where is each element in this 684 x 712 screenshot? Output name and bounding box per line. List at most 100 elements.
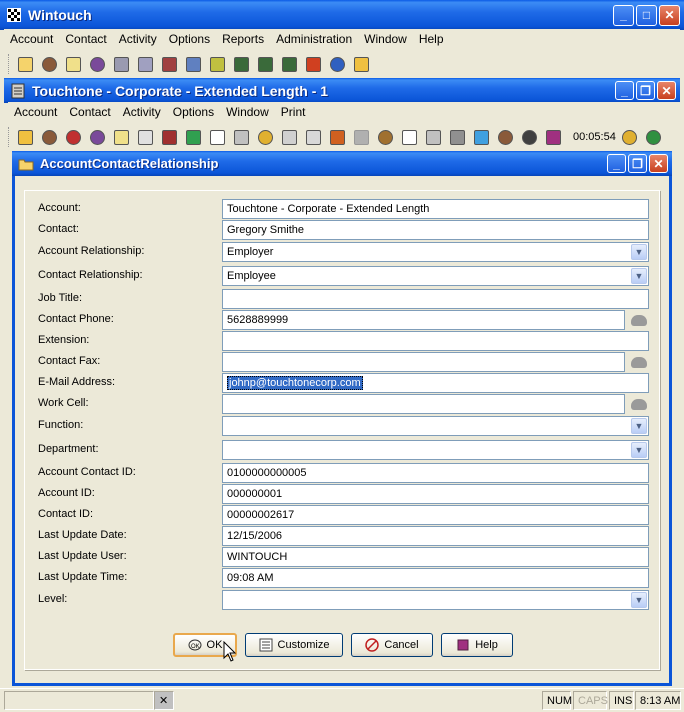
- report-icon[interactable]: [279, 127, 299, 147]
- child-menu-window[interactable]: Window: [220, 105, 275, 119]
- dial-cell-icon[interactable]: [629, 395, 649, 413]
- mouse-cursor-icon: [223, 640, 237, 666]
- pause-icon[interactable]: [620, 127, 640, 147]
- document-icon[interactable]: [399, 127, 419, 147]
- last-update-time-field[interactable]: 09:08 AM: [222, 568, 649, 588]
- run-icon[interactable]: [519, 127, 539, 147]
- chevron-down-icon[interactable]: ▼: [631, 418, 647, 434]
- close-button[interactable]: ✕: [659, 4, 680, 26]
- help-button[interactable]: Help: [441, 633, 513, 657]
- dialog-restore-button[interactable]: ❐: [628, 154, 647, 173]
- write-icon[interactable]: [207, 127, 227, 147]
- account-contact-id-field[interactable]: 0100000000005: [222, 463, 649, 483]
- job-title-field[interactable]: [222, 289, 649, 309]
- ledger-icon[interactable]: [159, 54, 179, 74]
- help-book-icon: [456, 638, 470, 652]
- minimize-button[interactable]: _: [613, 4, 634, 26]
- menu-reports[interactable]: Reports: [216, 32, 270, 46]
- edit-icon[interactable]: [111, 127, 131, 147]
- account-id-field[interactable]: 000000001: [222, 484, 649, 504]
- phone-list-icon[interactable]: [183, 127, 203, 147]
- people-icon[interactable]: [87, 54, 107, 74]
- open-folder-icon[interactable]: [15, 127, 35, 147]
- menu-options[interactable]: Options: [163, 32, 216, 46]
- tools-icon[interactable]: [375, 127, 395, 147]
- contact-icon[interactable]: [39, 127, 59, 147]
- last-update-user-field[interactable]: WINTOUCH: [222, 547, 649, 567]
- terminal-icon[interactable]: [279, 54, 299, 74]
- checklist-icon[interactable]: [183, 54, 203, 74]
- card-icon[interactable]: [231, 127, 251, 147]
- contact-phone-field[interactable]: 5628889999: [222, 310, 625, 330]
- contact-fax-field[interactable]: [222, 352, 625, 372]
- chevron-down-icon[interactable]: ▼: [631, 592, 647, 608]
- menu-help[interactable]: Help: [413, 32, 450, 46]
- folder-star-icon[interactable]: [351, 54, 371, 74]
- network-icon[interactable]: [255, 54, 275, 74]
- child-toolbar: 00:05:54: [8, 123, 676, 151]
- fax-icon[interactable]: [447, 127, 467, 147]
- level-select[interactable]: ▼: [222, 590, 649, 610]
- grid-icon[interactable]: [111, 54, 131, 74]
- find-icon[interactable]: [15, 54, 35, 74]
- notes-icon[interactable]: [207, 54, 227, 74]
- status-stop-icon[interactable]: ✕: [154, 691, 174, 710]
- menu-account[interactable]: Account: [4, 32, 59, 46]
- message-icon[interactable]: [135, 127, 155, 147]
- dial-fax-icon[interactable]: [629, 353, 649, 371]
- child-menu-print[interactable]: Print: [275, 105, 312, 119]
- book-icon[interactable]: [543, 127, 563, 147]
- chevron-down-icon[interactable]: ▼: [631, 268, 647, 284]
- cancel-button[interactable]: Cancel: [351, 633, 433, 657]
- lookup-icon[interactable]: [63, 54, 83, 74]
- function-select[interactable]: ▼: [222, 416, 649, 436]
- customize-button[interactable]: Customize: [245, 633, 343, 657]
- account-relationship-select[interactable]: Employer ▼: [222, 242, 649, 262]
- child-menu-activity[interactable]: Activity: [117, 105, 167, 119]
- contact-relationship-select[interactable]: Employee ▼: [222, 266, 649, 286]
- chevron-down-icon[interactable]: ▼: [631, 244, 647, 260]
- dialog-close-button[interactable]: ✕: [649, 154, 668, 173]
- calendar-icon[interactable]: [135, 54, 155, 74]
- people-icon[interactable]: [87, 127, 107, 147]
- tiles-icon[interactable]: [303, 54, 323, 74]
- contact-id-field[interactable]: 00000002617: [222, 505, 649, 525]
- log-icon[interactable]: [303, 127, 323, 147]
- child-menu-options[interactable]: Options: [167, 105, 220, 119]
- contact-fax-label: Contact Fax:: [38, 355, 101, 367]
- schedule-icon[interactable]: [159, 127, 179, 147]
- refresh-icon[interactable]: [471, 127, 491, 147]
- dial-phone-icon[interactable]: [629, 311, 649, 329]
- child-menu-contact[interactable]: Contact: [63, 105, 116, 119]
- person-red-icon[interactable]: [63, 127, 83, 147]
- email-label: E-Mail Address:: [38, 376, 116, 388]
- dollar-icon[interactable]: [255, 127, 275, 147]
- contact-field[interactable]: Gregory Smithe: [222, 220, 649, 240]
- department-select[interactable]: ▼: [222, 440, 649, 460]
- email-field[interactable]: johnp@touchtonecorp.com: [222, 373, 649, 393]
- child-restore-button[interactable]: ❐: [636, 81, 655, 100]
- contact-icon[interactable]: [39, 54, 59, 74]
- status-clock: 8:13 AM: [635, 691, 681, 710]
- print-icon[interactable]: [423, 127, 443, 147]
- settings-icon[interactable]: [644, 127, 664, 147]
- child-menu-account[interactable]: Account: [8, 105, 63, 119]
- extension-field[interactable]: [222, 331, 649, 351]
- account-relationship-value: Employer: [227, 246, 274, 258]
- child-close-button[interactable]: ✕: [657, 81, 676, 100]
- child-minimize-button[interactable]: _: [615, 81, 634, 100]
- menu-window[interactable]: Window: [358, 32, 413, 46]
- account-field[interactable]: Touchtone - Corporate - Extended Length: [222, 199, 649, 219]
- history-icon[interactable]: [327, 127, 347, 147]
- last-update-date-field[interactable]: 12/15/2006: [222, 526, 649, 546]
- dialog-minimize-button[interactable]: _: [607, 154, 626, 173]
- menu-contact[interactable]: Contact: [59, 32, 112, 46]
- maximize-button[interactable]: □: [636, 4, 657, 26]
- work-cell-field[interactable]: [222, 394, 625, 414]
- computer-icon[interactable]: [231, 54, 251, 74]
- menu-administration[interactable]: Administration: [270, 32, 358, 46]
- globe-icon[interactable]: [327, 54, 347, 74]
- menu-activity[interactable]: Activity: [113, 32, 163, 46]
- chevron-down-icon[interactable]: ▼: [631, 442, 647, 458]
- contact-icon[interactable]: [495, 127, 515, 147]
